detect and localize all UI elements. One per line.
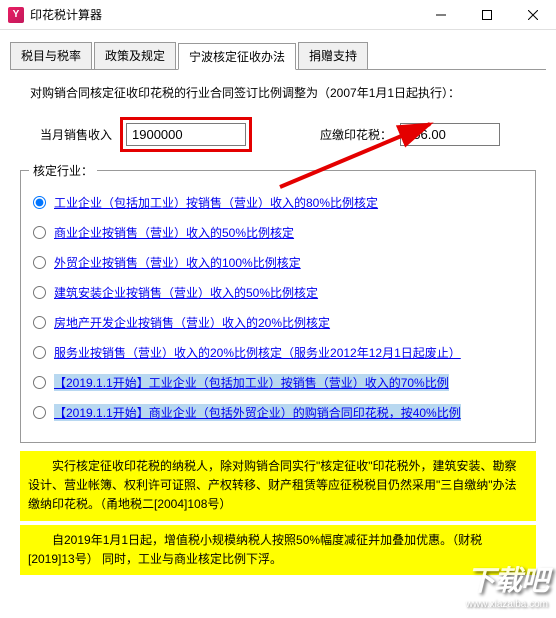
sales-input[interactable]	[126, 123, 246, 146]
app-icon: Y	[8, 7, 24, 23]
titlebar-left: Y 印花税计算器	[8, 6, 102, 23]
radio-4[interactable]	[33, 316, 46, 329]
tab-panel: 对购销合同核定征收印花税的行业合同签订比例调整为（2007年1月1日起执行）： …	[10, 70, 546, 585]
radio-row-0: 工业企业（包括加工业）按销售（营业）收入的80%比例核定	[33, 194, 523, 211]
titlebar: Y 印花税计算器	[0, 0, 556, 30]
radio-row-7: 【2019.1.1开始】商业企业（包括外贸企业）的购销合同印花税，按40%比例	[33, 404, 523, 421]
radio-1[interactable]	[33, 226, 46, 239]
industry-fieldset: 核定行业： 工业企业（包括加工业）按销售（营业）收入的80%比例核定商业企业按销…	[20, 170, 536, 443]
radio-0[interactable]	[33, 196, 46, 209]
watermark-url: www.xiazaiba.com	[466, 599, 548, 610]
radio-row-5: 服务业按销售（营业）收入的20%比例核定（服务业2012年12月1日起废止）	[33, 344, 523, 361]
radio-label-4[interactable]: 房地产开发企业按销售（营业）收入的20%比例核定	[54, 314, 330, 331]
watermark: 下载吧 www.xiazaiba.com	[466, 559, 548, 610]
note-1: 自2019年1月1日起，增值税小规模纳税人按照50%幅度减征并加叠加优惠。（财税…	[20, 525, 536, 575]
radio-label-7[interactable]: 【2019.1.1开始】商业企业（包括外贸企业）的购销合同印花税，按40%比例	[54, 404, 461, 421]
maximize-button[interactable]	[464, 0, 510, 30]
tab-1[interactable]: 政策及规定	[94, 42, 176, 69]
content-area: 税目与税率政策及规定宁波核定征收办法捐赠支持 对购销合同核定征收印花税的行业合同…	[0, 30, 556, 585]
radio-row-6: 【2019.1.1开始】工业企业（包括加工业）按销售（营业）收入的70%比例	[33, 374, 523, 391]
radio-5[interactable]	[33, 346, 46, 359]
radio-label-0[interactable]: 工业企业（包括加工业）按销售（营业）收入的80%比例核定	[54, 194, 378, 211]
radio-label-1[interactable]: 商业企业按销售（营业）收入的50%比例核定	[54, 224, 294, 241]
radio-label-6[interactable]: 【2019.1.1开始】工业企业（包括加工业）按销售（营业）收入的70%比例	[54, 374, 449, 391]
radio-label-3[interactable]: 建筑安装企业按销售（营业）收入的50%比例核定	[54, 284, 318, 301]
tab-0[interactable]: 税目与税率	[10, 42, 92, 69]
tax-label: 应缴印花税：	[320, 126, 392, 143]
window-title: 印花税计算器	[30, 6, 102, 23]
watermark-logo: 下载吧	[466, 559, 548, 599]
note-0: 实行核定征收印花税的纳税人，除对购销合同实行"核定征收"印花税外，建筑安装、勘察…	[20, 451, 536, 521]
fieldset-legend: 核定行业：	[29, 162, 97, 179]
radio-label-5[interactable]: 服务业按销售（营业）收入的20%比例核定（服务业2012年12月1日起废止）	[54, 344, 461, 361]
radio-2[interactable]	[33, 256, 46, 269]
sales-highlight-box	[120, 117, 252, 152]
radio-row-1: 商业企业按销售（营业）收入的50%比例核定	[33, 224, 523, 241]
radio-row-2: 外贸企业按销售（营业）收入的100%比例核定	[33, 254, 523, 271]
tax-output	[400, 123, 500, 146]
intro-text: 对购销合同核定征收印花税的行业合同签订比例调整为（2007年1月1日起执行）：	[20, 84, 536, 101]
input-row: 当月销售收入 应缴印花税：	[20, 117, 536, 152]
minimize-button[interactable]	[418, 0, 464, 30]
tab-2[interactable]: 宁波核定征收办法	[178, 43, 296, 70]
radio-row-3: 建筑安装企业按销售（营业）收入的50%比例核定	[33, 284, 523, 301]
tab-3[interactable]: 捐赠支持	[298, 42, 368, 69]
radio-3[interactable]	[33, 286, 46, 299]
tab-bar: 税目与税率政策及规定宁波核定征收办法捐赠支持	[10, 42, 546, 70]
window-controls	[418, 0, 556, 30]
radio-6[interactable]	[33, 376, 46, 389]
radio-7[interactable]	[33, 406, 46, 419]
sales-label: 当月销售收入	[40, 126, 112, 143]
close-button[interactable]	[510, 0, 556, 30]
radio-label-2[interactable]: 外贸企业按销售（营业）收入的100%比例核定	[54, 254, 301, 271]
radio-row-4: 房地产开发企业按销售（营业）收入的20%比例核定	[33, 314, 523, 331]
